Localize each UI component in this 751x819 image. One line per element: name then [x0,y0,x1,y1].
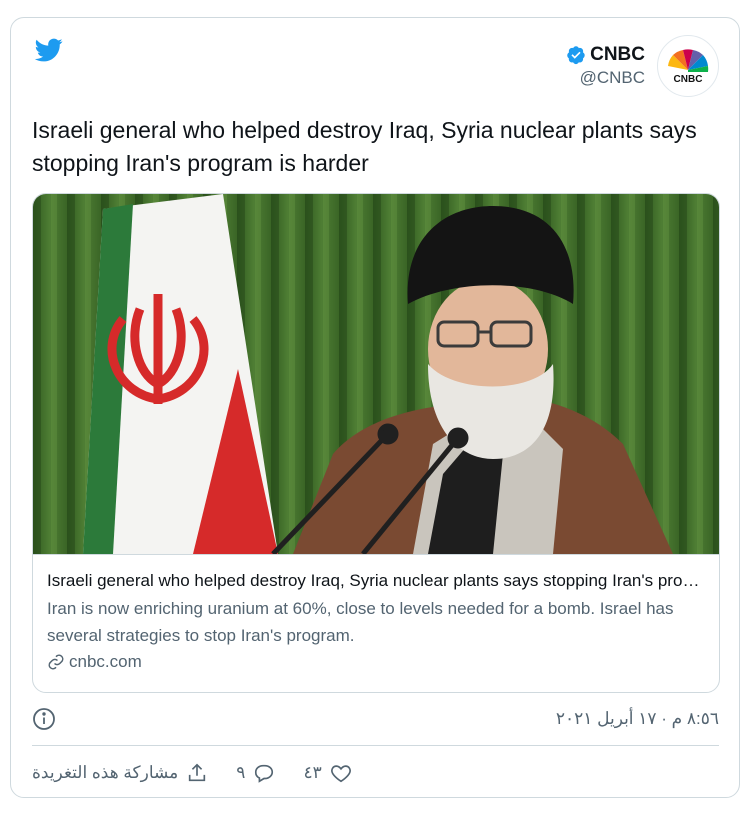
link-card[interactable]: Israeli general who helped destroy Iraq,… [32,193,720,693]
heart-icon [330,765,351,783]
card-description: Iran is now enriching uranium at 60%, cl… [47,599,674,645]
tweet-card[interactable]: CNBC @CNBC CNBC Israeli general who help… [10,17,740,798]
nbc-peacock-logo: CNBC [666,49,710,85]
card-domain-row[interactable]: cnbc.com [47,652,705,672]
reply-bubble-icon [255,764,274,783]
author-handle[interactable]: @CNBC [566,68,645,88]
verified-badge-icon [567,46,585,65]
tweet-meta: ٨:٥٦ م · ١٧ أبريل ٢٠٢١ [32,704,719,734]
card-domain[interactable]: cnbc.com [69,652,142,672]
tweet-text: Israeli general who helped destroy Iraq,… [32,117,697,176]
photo-iran-leader-icon[interactable] [33,194,719,554]
card-title[interactable]: Israeli general who helped destroy Iraq,… [47,569,705,593]
like-button[interactable]: ٤٣ [303,762,351,784]
divider [32,745,719,746]
info-icon[interactable] [32,707,56,731]
share-label[interactable]: مشاركة هذه التغريدة [32,763,178,783]
tweet-timestamp[interactable]: ٨:٥٦ م · ١٧ أبريل ٢٠٢١ [556,709,719,729]
reply-count: ٩ [236,763,246,782]
share-icon [189,763,206,782]
author-name[interactable]: CNBC [590,44,645,66]
link-icon [48,654,64,670]
reply-button[interactable]: ٩ [236,762,275,784]
share-button[interactable]: مشاركة هذه التغريدة [32,762,208,784]
twitter-bird-icon[interactable] [32,36,66,64]
like-count: ٤٣ [303,763,322,782]
avatar-text: CNBC [674,74,703,85]
action-bar: ٤٣ ٩ مشاركة هذه التغريدة [32,758,719,788]
author-avatar[interactable]: CNBC [657,35,719,97]
tweet-author[interactable]: CNBC @CNBC CNBC [566,35,719,97]
